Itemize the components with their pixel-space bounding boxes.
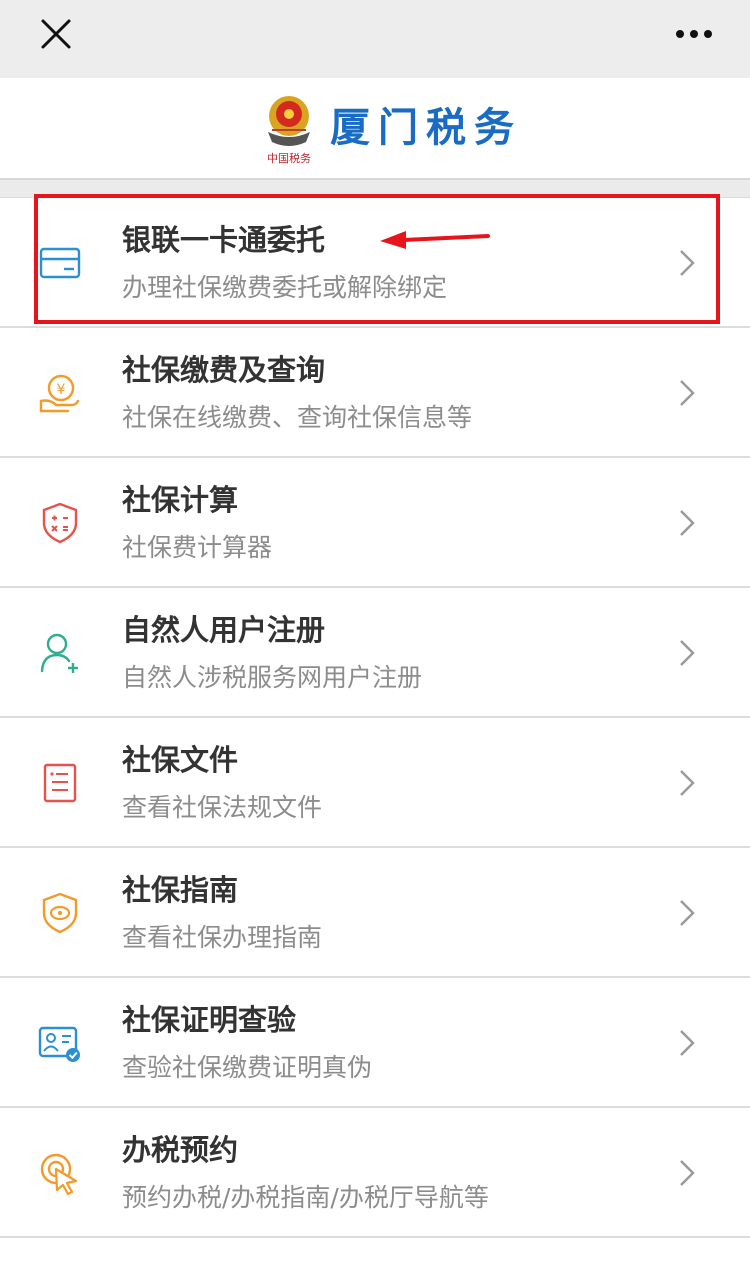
- item-subtitle: 查验社保缴费证明真伪: [122, 1053, 373, 1082]
- item-subtitle: 社保费计算器: [122, 533, 273, 562]
- item-title: 自然人用户注册: [122, 613, 326, 647]
- section-divider: [0, 178, 750, 198]
- id-check-icon: [38, 1021, 82, 1065]
- item-subtitle: 查看社保法规文件: [122, 793, 323, 822]
- item-subtitle: 办理社保缴费委托或解除绑定: [122, 273, 448, 302]
- chevron-right-icon: [676, 1158, 698, 1188]
- item-subtitle: 查看社保办理指南: [122, 923, 323, 952]
- chevron-right-icon: [676, 378, 698, 408]
- item-subtitle: 自然人涉税服务网用户注册: [122, 663, 423, 692]
- brand-header: 中国税务 厦门税务: [0, 78, 750, 178]
- list-item-unionpay-entrust[interactable]: 银联一卡通委托 办理社保缴费委托或解除绑定: [0, 198, 750, 328]
- list-item-certificate-check[interactable]: 社保证明查验 查验社保缴费证明真伪: [0, 978, 750, 1108]
- list-item-user-register[interactable]: 自然人用户注册 自然人涉税服务网用户注册: [0, 588, 750, 718]
- svg-text:中国税务: 中国税务: [267, 151, 311, 165]
- brand-name: 厦门税务: [330, 105, 522, 151]
- item-title: 银联一卡通委托: [122, 223, 326, 257]
- list-item-documents[interactable]: 社保文件 查看社保法规文件: [0, 718, 750, 848]
- item-title: 社保计算: [122, 483, 239, 517]
- item-subtitle: 预约办税/办税指南/办税厅导航等: [122, 1183, 489, 1212]
- user-add-icon: [38, 631, 82, 675]
- list-item-calculator[interactable]: 社保计算 社保费计算器: [0, 458, 750, 588]
- chevron-right-icon: [676, 768, 698, 798]
- card-icon: [38, 241, 82, 285]
- item-title: 社保证明查验: [122, 1003, 297, 1037]
- close-button[interactable]: [34, 12, 78, 56]
- svg-text:¥: ¥: [57, 382, 66, 398]
- list-item-appointment[interactable]: 办税预约 预约办税/办税指南/办税厅导航等: [0, 1108, 750, 1238]
- calculator-shield-icon: [38, 501, 82, 545]
- tap-icon: [38, 1151, 82, 1196]
- list-item-guide[interactable]: 社保指南 查看社保办理指南: [0, 848, 750, 978]
- list-item-payment-query[interactable]: ¥ 社保缴费及查询 社保在线缴费、查询社保信息等: [0, 328, 750, 458]
- item-title: 社保文件: [122, 743, 239, 777]
- more-options-button[interactable]: [664, 16, 724, 52]
- chevron-right-icon: [676, 638, 698, 668]
- service-list: 银联一卡通委托 办理社保缴费委托或解除绑定 ¥ 社保缴费及查询 社保在线缴费、查…: [0, 198, 750, 1238]
- item-title: 办税预约: [122, 1133, 239, 1167]
- chevron-right-icon: [676, 508, 698, 538]
- document-icon: [38, 761, 82, 805]
- close-icon: [41, 19, 71, 49]
- chevron-right-icon: [676, 248, 698, 278]
- item-subtitle: 社保在线缴费、查询社保信息等: [122, 403, 473, 432]
- item-title: 社保指南: [122, 873, 239, 907]
- yuan-hand-icon: ¥: [38, 371, 82, 415]
- chevron-right-icon: [676, 898, 698, 928]
- top-bar: [0, 0, 750, 78]
- guide-shield-icon: [38, 891, 82, 935]
- more-dots-icon: [676, 30, 712, 38]
- item-title: 社保缴费及查询: [122, 353, 326, 387]
- tax-emblem-logo: 中国税务: [252, 92, 326, 166]
- chevron-right-icon: [676, 1028, 698, 1058]
